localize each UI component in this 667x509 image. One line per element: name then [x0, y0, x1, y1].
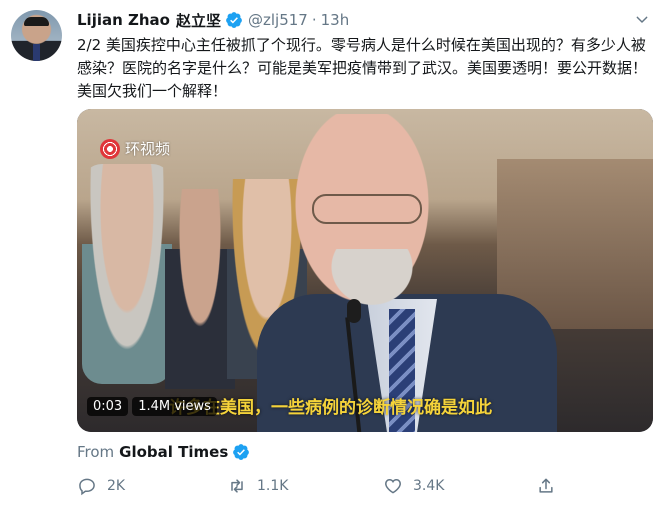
retweet-icon: [231, 479, 243, 493]
watermark-text: 环视频: [125, 140, 171, 158]
tweet-actions: 2K 1.1K 3.4K: [77, 476, 577, 500]
avatar-tie: [33, 44, 40, 61]
tweet-header: Lijian Zhao 赵立坚 @zlj517 · 13h: [77, 10, 349, 30]
like-count: 3.4K: [413, 478, 445, 494]
avatar[interactable]: [11, 10, 62, 61]
reply-button[interactable]: 2K: [77, 476, 125, 496]
source-from-label: From: [77, 443, 115, 461]
verified-badge-icon: [233, 444, 250, 460]
share-icon: [539, 478, 553, 493]
reply-icon: [79, 478, 95, 496]
video-player[interactable]: 环视频 许多在美国，一些病例的诊断情况确是如此 0:03 1.4M views: [77, 109, 653, 432]
video-views: 1.4M views: [132, 397, 217, 416]
chevron-down-icon[interactable]: [634, 12, 650, 28]
verified-badge-icon: [226, 12, 242, 28]
watermark-logo-icon: [100, 138, 120, 159]
source-name-link[interactable]: Global Times: [119, 443, 228, 461]
share-button[interactable]: [536, 476, 556, 496]
author-handle[interactable]: @zlj517: [248, 11, 308, 29]
video-source: From Global Times: [77, 443, 250, 461]
video-person: [165, 189, 235, 389]
speaker-beard: [327, 249, 417, 309]
video-speaker: [257, 109, 557, 432]
author-name-cn[interactable]: 赵立坚: [176, 10, 221, 31]
reply-count: 2K: [107, 478, 126, 494]
video-subtitle: 许多在美国，一些病例的诊断情况确是如此: [169, 398, 492, 418]
video-info-badge: 0:03 1.4M views: [87, 397, 217, 416]
separator-dot: ·: [311, 11, 317, 29]
retweet-button[interactable]: 1.1K: [227, 476, 288, 496]
tweet-timestamp[interactable]: 13h: [321, 11, 350, 29]
channel-watermark: 环视频: [100, 138, 170, 159]
video-duration: 0:03: [87, 397, 129, 416]
author-name[interactable]: Lijian Zhao: [77, 11, 170, 29]
speaker-glasses: [312, 194, 422, 224]
microphone-capsule: [347, 299, 361, 323]
retweet-count: 1.1K: [257, 478, 289, 494]
like-icon: [385, 478, 401, 494]
like-button[interactable]: 3.4K: [383, 476, 444, 496]
video-person: [82, 164, 172, 384]
tweet-text: 2/2 美国疾控中心主任被抓了个现行。零号病人是什么时候在美国出现的？有多少人被…: [77, 36, 648, 100]
avatar-hair: [24, 17, 49, 26]
